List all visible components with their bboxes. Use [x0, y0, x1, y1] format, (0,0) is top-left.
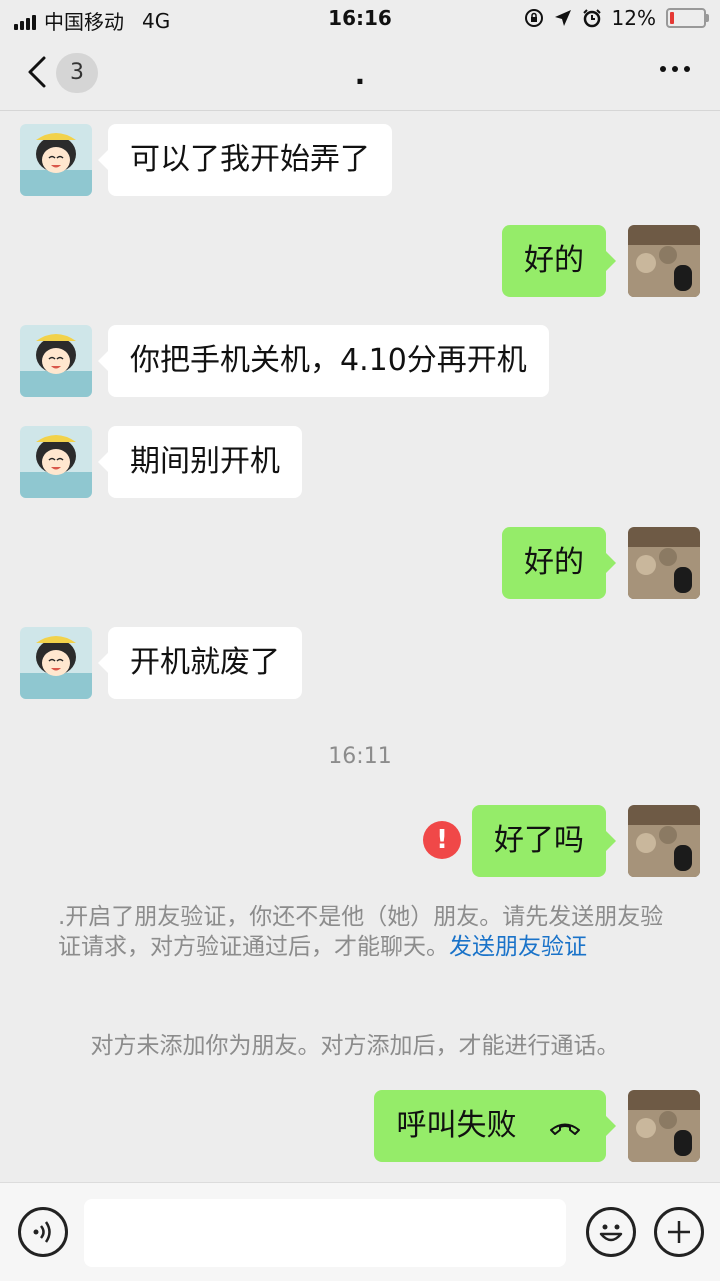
call-failed-bubble[interactable]: 呼叫失败 [374, 1090, 616, 1162]
contact-avatar[interactable] [20, 325, 92, 397]
message-list[interactable]: 可以了我开始弄了 好的 你把手机关机，4.10分再开机 期间别开机 好的 开机就… [0, 112, 720, 1182]
voice-icon[interactable] [18, 1207, 68, 1257]
hangup-icon [550, 1123, 580, 1135]
send-verification-link[interactable]: 发送朋友验证 [449, 934, 587, 960]
status-right: 12% [524, 6, 709, 30]
system-notice-call: 对方未添加你为朋友。对方添加后，才能进行通话。 [90, 1033, 620, 1059]
message-bubble-received[interactable]: 你把手机关机，4.10分再开机 [98, 325, 549, 397]
chat-title: . [354, 58, 366, 91]
system-notice: .开启了朋友验证，你还不是他（她）朋友。请先发送朋友验证请求，对方验证通过后，才… [58, 902, 668, 962]
message-bubble-received[interactable]: 期间别开机 [98, 426, 302, 498]
message-bubble-received[interactable]: 开机就废了 [98, 627, 302, 699]
message-bubble-sent[interactable]: 好的 [502, 225, 616, 297]
more-dots-icon[interactable] [660, 66, 690, 72]
message-bubble-received[interactable]: 可以了我开始弄了 [98, 124, 392, 196]
my-avatar[interactable] [628, 225, 700, 297]
battery-fill [670, 12, 674, 24]
message-bubble-sent[interactable]: 好的 [502, 527, 616, 599]
plus-icon[interactable] [654, 1207, 704, 1257]
my-avatar[interactable] [628, 527, 700, 599]
contact-avatar[interactable] [20, 426, 92, 498]
call-failed-label: 呼叫失败 [396, 1108, 517, 1143]
my-avatar[interactable] [628, 1090, 700, 1162]
emoji-icon[interactable] [586, 1207, 636, 1257]
alarm-icon [582, 9, 601, 28]
contact-avatar[interactable] [20, 627, 92, 699]
input-bar [0, 1182, 720, 1281]
error-icon[interactable]: ! [423, 821, 461, 859]
status-bar: 中国移动 4G 16:16 12% [0, 0, 720, 36]
message-bubble-sent-failed[interactable]: 好了吗 [472, 805, 616, 877]
location-icon [554, 10, 571, 26]
contact-avatar[interactable] [20, 124, 92, 196]
rotation-lock-icon [524, 9, 543, 27]
chat-timestamp: 16:11 [328, 744, 392, 769]
chat-header: 3 . [0, 36, 720, 111]
my-avatar[interactable] [628, 805, 700, 877]
battery-percent: 12% [611, 6, 656, 30]
message-input[interactable] [84, 1199, 566, 1267]
battery-icon [666, 8, 709, 28]
